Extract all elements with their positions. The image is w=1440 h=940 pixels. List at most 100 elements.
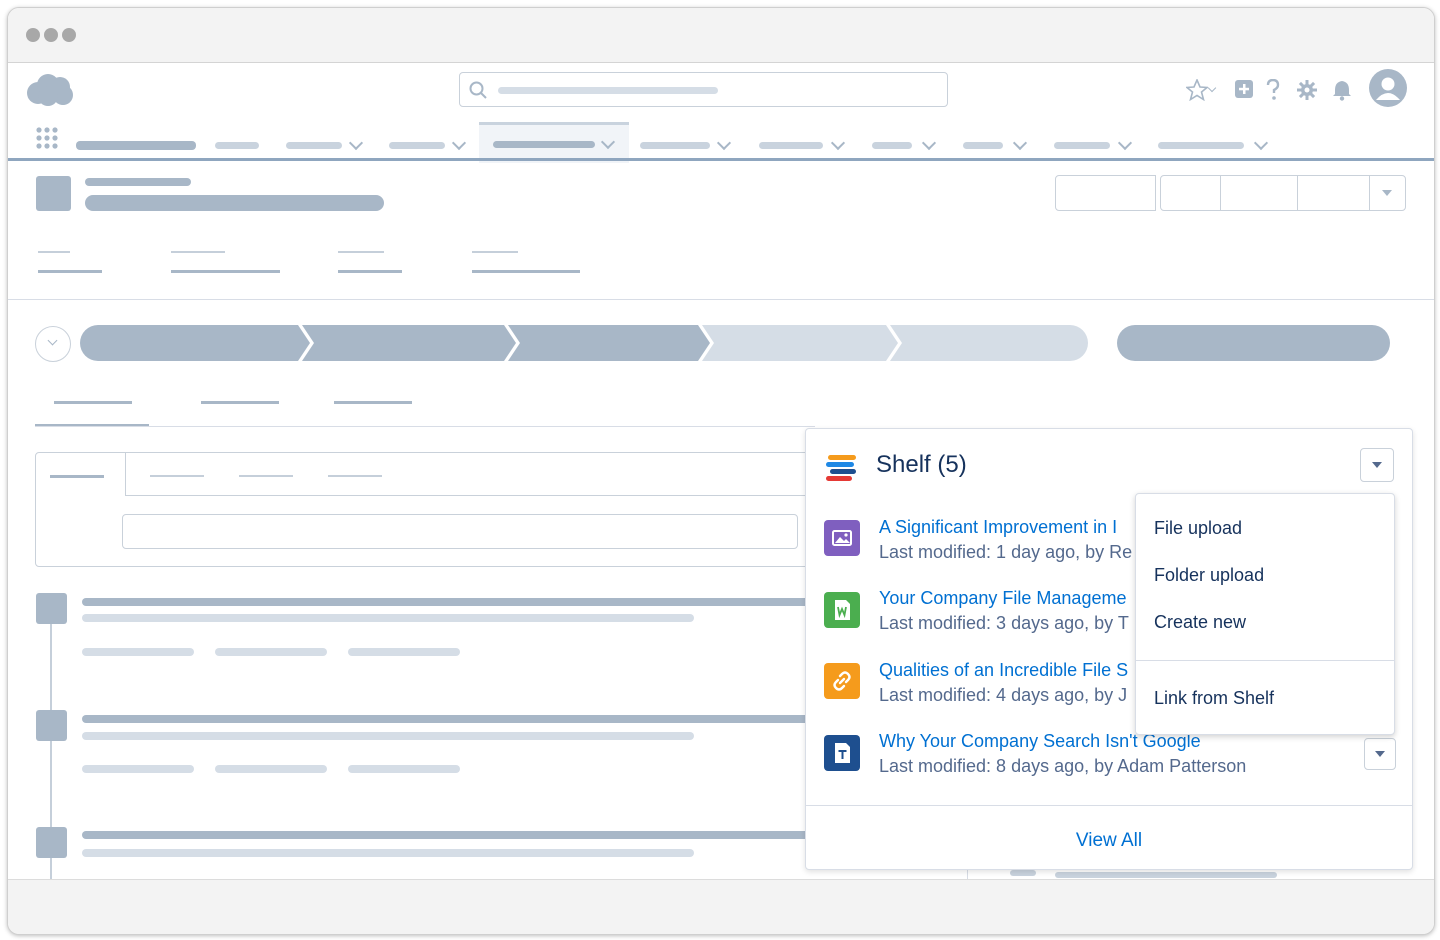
nav-tab-7[interactable] [872,142,912,149]
path-stage-2[interactable] [302,325,516,361]
salesforce-cloud-logo[interactable] [26,73,74,107]
setup-gear-icon[interactable] [1296,79,1318,101]
timeline-item-3-icon [36,827,67,858]
timeline-item-1-subtitle [82,614,694,622]
file-4-menu-button[interactable] [1364,738,1396,770]
path-stage-5[interactable] [890,325,1088,361]
shelf-title: Shelf (5) [876,451,967,478]
file-3-meta: Last modified: 4 days ago, by J [879,685,1128,705]
publisher-tab-4[interactable] [328,475,382,477]
record-name-placeholder [85,195,384,211]
nav-tab-10[interactable] [1158,142,1244,149]
nav-tab-active[interactable] [479,122,629,163]
user-avatar-icon[interactable] [1369,69,1407,107]
highlight-field-3-label [338,251,384,253]
mark-stage-complete-button[interactable] [1117,325,1390,361]
file-2-word-doc-icon [824,592,860,628]
file-2-meta: Last modified: 3 days ago, by T [879,613,1129,633]
nav-tab-1[interactable] [215,142,259,149]
path-stage-3[interactable] [508,325,710,361]
highlight-field-4-value [472,270,580,273]
file-2-title-link[interactable]: Your Company File Manageme [879,588,1126,609]
nav-tab-10-chevron-down-icon[interactable] [1253,135,1269,151]
help-question-icon[interactable] [1264,79,1282,101]
timeline-item-2-title [82,715,812,723]
window-close-button[interactable] [26,28,40,42]
nav-tab-active-chevron-down-icon[interactable] [600,134,616,150]
record-tab-1[interactable] [54,401,132,404]
favorites-star-icon[interactable] [1186,79,1208,101]
search-icon [469,81,487,99]
menu-item-link-from-shelf[interactable]: Link from Shelf [1154,688,1274,709]
highlight-field-1-value [38,270,102,273]
highlight-field-3-value [338,270,402,273]
global-header [8,63,1434,163]
file-3-title-link[interactable]: Qualities of an Incredible File S [879,660,1128,681]
path-stage-1[interactable] [80,325,310,361]
nav-tab-9-chevron-down-icon[interactable] [1117,135,1133,151]
global-search-input[interactable] [459,72,948,107]
menu-item-file-upload[interactable]: File upload [1154,518,1242,539]
menu-item-folder-upload[interactable]: Folder upload [1154,565,1264,586]
file-3-link-icon [824,663,860,699]
caret-down-icon [1382,190,1392,196]
record-tabs-divider [35,426,815,427]
record-header-divider [8,299,1434,300]
search-placeholder-bar [498,87,718,94]
header-action-button-1[interactable] [1055,175,1156,211]
nav-tab-8-chevron-down-icon[interactable] [1012,135,1028,151]
header-action-menu-button[interactable] [1369,175,1406,211]
path-toggle-button[interactable] [35,326,71,362]
nav-tab-2[interactable] [286,142,342,149]
path-stage-4[interactable] [702,325,898,361]
browser-window: Shelf (5) A Significant Improvement in I… [7,7,1435,935]
timeline-item-2-meta-3 [348,765,460,773]
file-1-image-icon [824,520,860,556]
record-tab-3[interactable] [334,401,412,404]
highlight-field-4-label [472,251,518,253]
nav-tab-6[interactable] [759,142,823,149]
record-tab-2[interactable] [201,401,279,404]
timeline-item-3-title [82,831,812,839]
header-action-button-2[interactable] [1160,175,1222,211]
right-column-item-icon [1010,870,1036,876]
window-zoom-button[interactable] [62,28,76,42]
nav-tab-7-chevron-down-icon[interactable] [921,135,937,151]
app-launcher-waffle-icon[interactable] [36,127,58,149]
nav-tab-2-chevron-down-icon[interactable] [348,135,364,151]
nav-tab-8[interactable] [963,142,1003,149]
record-icon-placeholder [36,176,71,211]
publisher-tab-2[interactable] [150,475,204,477]
sales-path[interactable] [80,325,1090,361]
timeline-item-1-icon [36,593,67,624]
path-toggle-chevron-down-icon [47,335,58,346]
global-actions-plus-icon[interactable] [1234,79,1254,99]
publisher-input[interactable] [122,514,798,549]
shelf-menu-button[interactable] [1360,448,1394,482]
publisher-tab-3[interactable] [239,475,293,477]
nav-tab-active-label [493,141,595,148]
header-action-button-3[interactable] [1220,175,1299,211]
window-minimize-button[interactable] [44,28,58,42]
notifications-bell-icon[interactable] [1331,79,1353,101]
nav-tab-3-chevron-down-icon[interactable] [451,135,467,151]
timeline-item-1-meta-1 [82,648,194,656]
nav-tab-5[interactable] [640,142,710,149]
menu-divider [1136,660,1394,661]
timeline-item-2-meta-2 [215,765,327,773]
window-bottom-bar [8,879,1434,934]
header-action-button-4[interactable] [1297,175,1371,211]
window-titlebar [8,8,1434,63]
nav-tab-3[interactable] [389,142,445,149]
nav-tab-5-chevron-down-icon[interactable] [716,135,732,151]
publisher-card [35,452,827,567]
shelf-dropdown-menu: File upload Folder upload Create new Lin… [1135,493,1395,735]
menu-item-create-new[interactable]: Create new [1154,612,1246,633]
publisher-tab-active[interactable] [36,453,126,495]
nav-tab-9[interactable] [1054,142,1110,149]
nav-tab-6-chevron-down-icon[interactable] [830,135,846,151]
file-1-title-link[interactable]: A Significant Improvement in I [879,517,1117,538]
highlight-field-1-label [38,251,70,253]
favorites-chevron-down-icon[interactable] [1207,83,1217,93]
view-all-link[interactable]: View All [806,830,1412,852]
